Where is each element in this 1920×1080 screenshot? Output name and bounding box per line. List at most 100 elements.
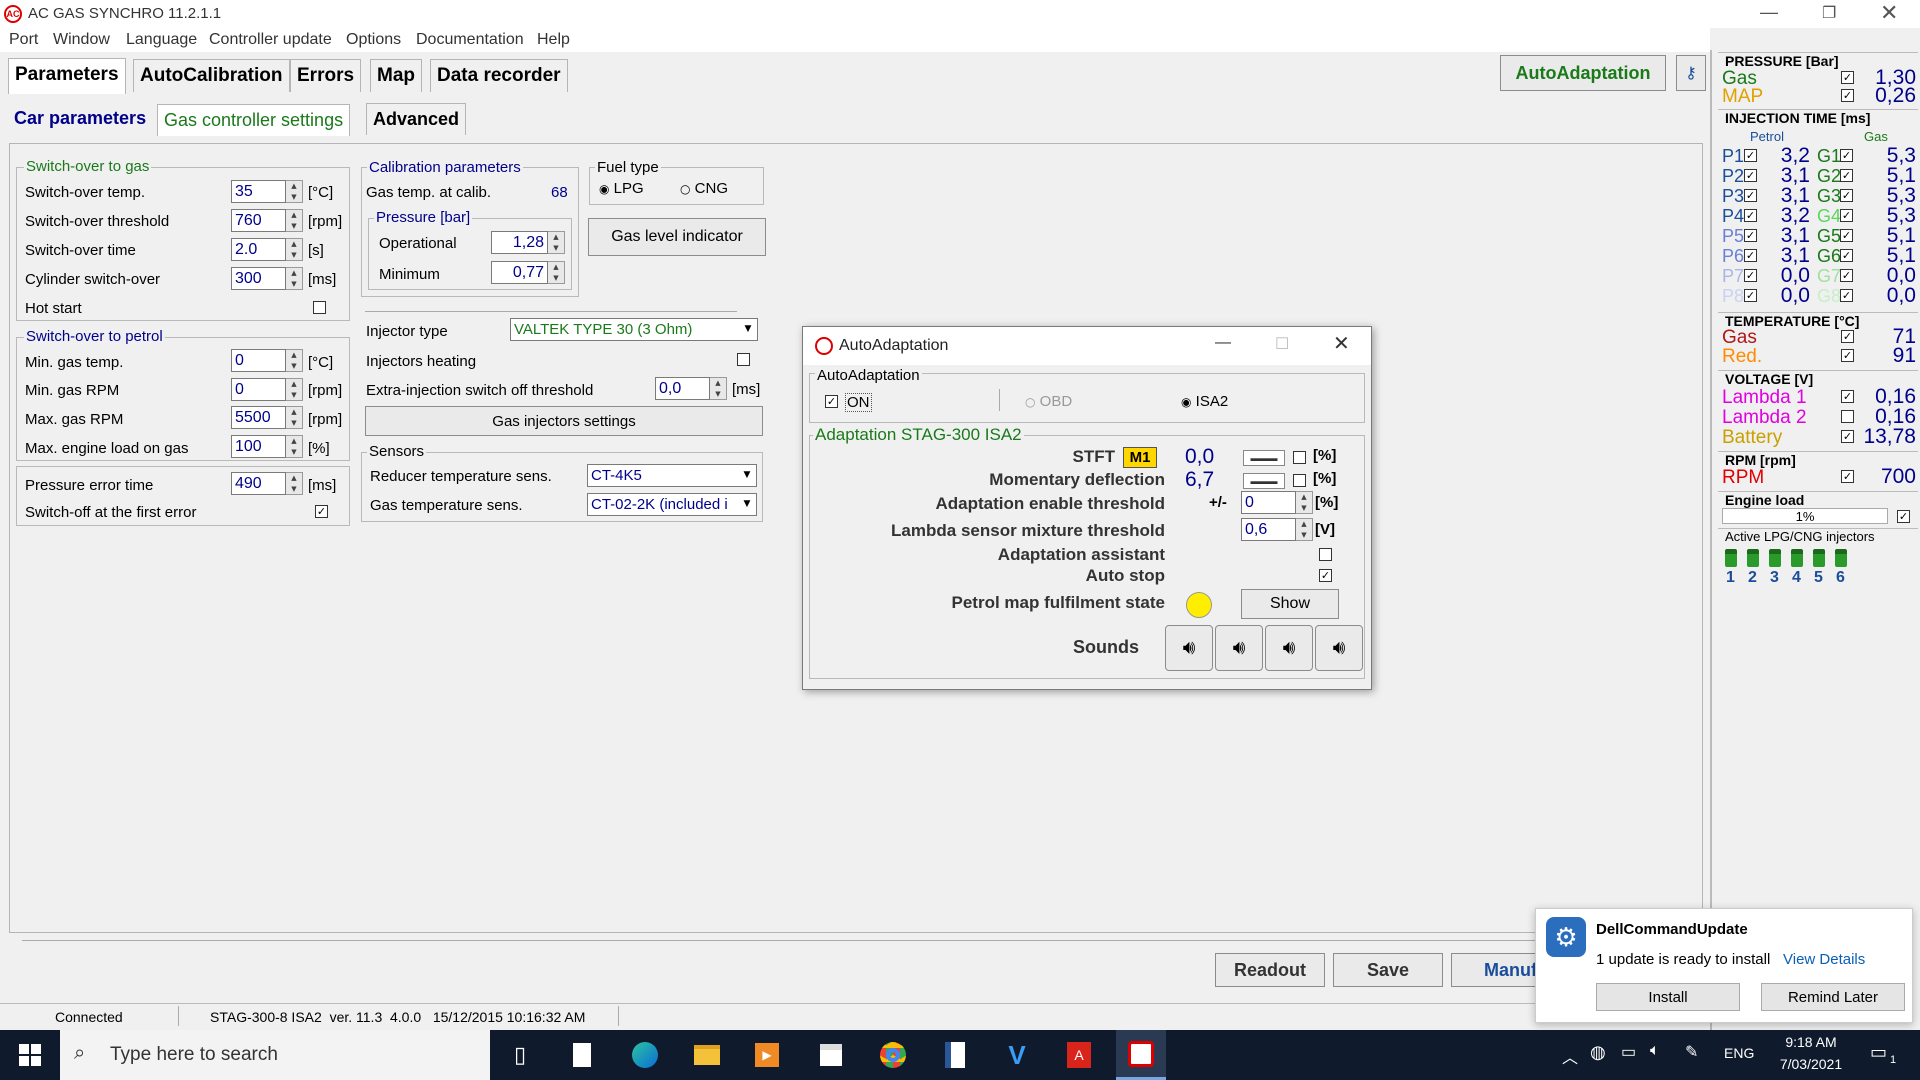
checkbox-gas-injector[interactable]: ✓ xyxy=(1840,229,1853,242)
autoadaptation-button[interactable]: AutoAdaptation xyxy=(1500,55,1666,91)
vpn-icon[interactable]: V xyxy=(992,1030,1042,1080)
radio-obd[interactable]: ○ OBD xyxy=(1025,393,1072,410)
dialog-minimize-icon[interactable]: — xyxy=(1215,334,1231,352)
input-switch-over-threshold[interactable]: 760 ▲ ▼ xyxy=(231,209,303,232)
dropdown-gas-temp-sens[interactable]: CT-02-2K (included i ▼ xyxy=(587,493,757,516)
checkbox-gas-injector[interactable]: ✓ xyxy=(1840,169,1853,182)
tray-date[interactable]: 7/03/2021 xyxy=(1771,1056,1851,1072)
close-icon[interactable]: ✕ xyxy=(1880,0,1898,26)
menu-window[interactable]: Window xyxy=(53,31,110,49)
checkbox-lambda-1[interactable]: ✓ xyxy=(1841,390,1854,403)
input-pressure-error-time[interactable]: 490 ▲ ▼ xyxy=(231,472,303,495)
chrome-icon[interactable] xyxy=(868,1030,918,1080)
checkbox-pressure-gas[interactable]: ✓ xyxy=(1841,71,1854,84)
gas-level-indicator-button[interactable]: Gas level indicator xyxy=(588,218,766,256)
checkbox-petrol-injector[interactable]: ✓ xyxy=(1744,269,1757,282)
tab-advanced[interactable]: Advanced xyxy=(366,103,467,135)
checkbox-petrol-injector[interactable]: ✓ xyxy=(1744,209,1757,222)
tray-battery-icon[interactable]: ▭ xyxy=(1621,1042,1636,1062)
checkbox-injectors-heating[interactable] xyxy=(737,353,750,366)
checkbox-gas-injector[interactable]: ✓ xyxy=(1840,189,1853,202)
radio-lpg[interactable]: ◉ LPG xyxy=(599,180,644,197)
dropdown-reducer-temp-sens[interactable]: CT-4K5 ▼ xyxy=(587,464,757,487)
tray-language[interactable]: ENG xyxy=(1724,1045,1754,1061)
tray-volume-icon[interactable]: 🔈︎ xyxy=(1650,1042,1660,1060)
input-switch-over-temp[interactable]: 35 ▲ ▼ xyxy=(231,180,303,203)
checkbox-adaptation-assistant[interactable] xyxy=(1319,548,1332,561)
checkbox-lambda-2[interactable] xyxy=(1841,410,1854,423)
toast-remind-later-button[interactable]: Remind Later xyxy=(1761,983,1905,1011)
checkbox-pressure-map[interactable]: ✓ xyxy=(1841,89,1854,102)
tab-autocalibration[interactable]: AutoCalibration xyxy=(133,59,290,92)
minimize-icon[interactable]: — xyxy=(1760,2,1778,23)
checkbox-hot-start[interactable] xyxy=(313,301,326,314)
menu-documentation[interactable]: Documentation xyxy=(416,31,524,49)
menu-controller-update[interactable]: Controller update xyxy=(209,31,332,49)
tab-data-recorder[interactable]: Data recorder xyxy=(430,59,568,92)
checkbox-gas-injector[interactable]: ✓ xyxy=(1840,289,1853,302)
dialog-maximize-icon[interactable]: ☐ xyxy=(1275,334,1289,354)
taskbar-search-box[interactable]: ⌕ Type here to search xyxy=(60,1030,490,1080)
checkbox-switch-off-first-error[interactable]: ✓ xyxy=(315,505,328,518)
restore-icon[interactable]: ❐ xyxy=(1822,3,1836,23)
checkbox-petrol-injector[interactable]: ✓ xyxy=(1744,229,1757,242)
checkbox-gas-injector[interactable]: ✓ xyxy=(1840,209,1853,222)
sound-2-speaker-icon[interactable]: 🔊︎ xyxy=(1215,625,1263,671)
menu-help[interactable]: Help xyxy=(537,31,570,49)
word-document-icon[interactable] xyxy=(930,1030,980,1080)
gas-injectors-settings-button[interactable]: Gas injectors settings xyxy=(365,406,763,436)
sound-1-speaker-icon[interactable]: 🔊︎ xyxy=(1165,625,1213,671)
tab-errors[interactable]: Errors xyxy=(290,59,362,92)
acrobat-icon[interactable]: A xyxy=(1054,1030,1104,1080)
input-cylinder-switch-over[interactable]: 300 ▲ ▼ xyxy=(231,267,303,290)
input-lambda-mixture-threshold[interactable]: 0,6 ▲ ▼ xyxy=(1241,518,1313,541)
checkbox-petrol-injector[interactable]: ✓ xyxy=(1744,149,1757,162)
dropdown-injector-type[interactable]: VALTEK TYPE 30 (3 Ohm) ▼ xyxy=(510,318,758,341)
readout-button[interactable]: Readout xyxy=(1215,953,1325,987)
tray-chevron-icon[interactable]: ︿ xyxy=(1562,1044,1578,1068)
input-switch-over-time[interactable]: 2.0 ▲ ▼ xyxy=(231,238,303,261)
edge-browser-icon[interactable] xyxy=(620,1030,670,1080)
checkbox-gas-injector[interactable]: ✓ xyxy=(1840,269,1853,282)
checkbox-gas-injector[interactable]: ✓ xyxy=(1840,149,1853,162)
checkbox-petrol-injector[interactable]: ✓ xyxy=(1744,289,1757,302)
checkbox-temp-gas[interactable]: ✓ xyxy=(1841,330,1854,343)
notification-center-icon[interactable]: ▭ xyxy=(1870,1042,1887,1063)
tab-map[interactable]: Map xyxy=(370,59,422,92)
checkbox-petrol-injector[interactable]: ✓ xyxy=(1744,169,1757,182)
tab-parameters[interactable]: Parameters xyxy=(8,58,126,94)
toast-view-details-link[interactable]: View Details xyxy=(1783,951,1865,968)
media-player-icon[interactable]: ▶ xyxy=(742,1030,792,1080)
file-icon[interactable] xyxy=(557,1030,607,1080)
checkbox-temp-red[interactable]: ✓ xyxy=(1841,349,1854,362)
tray-time[interactable]: 9:18 AM xyxy=(1779,1034,1843,1050)
checkbox-engine-load[interactable]: ✓ xyxy=(1897,510,1910,523)
store-icon[interactable] xyxy=(806,1030,856,1080)
input-max-engine-load[interactable]: 100 ▲ ▼ xyxy=(231,435,303,458)
toast-install-button[interactable]: Install xyxy=(1596,983,1740,1011)
tab-car-parameters[interactable]: Car parameters xyxy=(8,103,153,134)
input-minimum[interactable]: 0,77 ▲ ▼ xyxy=(491,261,565,284)
input-max-gas-rpm[interactable]: 5500 ▲ ▼ xyxy=(231,406,303,429)
input-min-gas-temp[interactable]: 0 ▲ ▼ xyxy=(231,349,303,372)
input-extra-injection[interactable]: 0,0 ▲ ▼ xyxy=(655,377,727,400)
checkbox-stft[interactable] xyxy=(1293,451,1306,464)
checkbox-momentary[interactable] xyxy=(1293,474,1306,487)
checkbox-auto-stop[interactable]: ✓ xyxy=(1319,569,1332,582)
checkbox-gas-injector[interactable]: ✓ xyxy=(1840,249,1853,262)
sound-4-speaker-icon[interactable]: 🔊︎ xyxy=(1315,625,1363,671)
input-min-gas-rpm[interactable]: 0 ▲ ▼ xyxy=(231,378,303,401)
input-adaptation-enable-threshold[interactable]: 0 ▲ ▼ xyxy=(1241,491,1313,514)
wrench-icon[interactable]: ⚷ xyxy=(1676,55,1706,91)
menu-language[interactable]: Language xyxy=(126,31,197,49)
task-view-icon[interactable]: ▯ xyxy=(495,1030,545,1080)
checkbox-on[interactable]: ✓ xyxy=(825,395,838,408)
radio-cng[interactable]: ○ CNG xyxy=(680,180,728,197)
input-operational[interactable]: 1,28 ▲ ▼ xyxy=(491,231,565,254)
save-button[interactable]: Save xyxy=(1333,953,1443,987)
file-explorer-icon[interactable] xyxy=(682,1030,732,1080)
show-button[interactable]: Show xyxy=(1241,589,1339,619)
menu-options[interactable]: Options xyxy=(346,31,401,49)
dialog-close-icon[interactable]: ✕ xyxy=(1333,331,1350,356)
checkbox-petrol-injector[interactable]: ✓ xyxy=(1744,249,1757,262)
